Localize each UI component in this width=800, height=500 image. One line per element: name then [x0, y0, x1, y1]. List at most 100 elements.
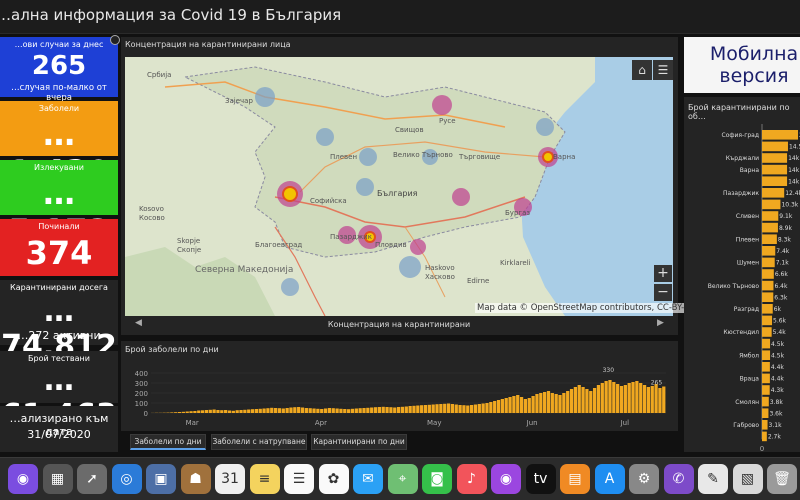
bar — [408, 406, 412, 413]
bar — [500, 399, 504, 413]
map-label: Haskovo — [425, 264, 455, 272]
region-value-label: 14.5k — [789, 144, 800, 151]
new-cases-value: 265 — [31, 51, 87, 81]
bar — [473, 404, 478, 413]
messages-icon[interactable]: ✉ — [353, 464, 383, 494]
bar — [193, 411, 197, 413]
month-label: Mar — [186, 419, 199, 427]
calendar-icon[interactable]: 31 — [215, 464, 245, 494]
region-bar-title: Брой карантинирани по об… — [688, 103, 790, 121]
bar — [569, 389, 574, 413]
bar — [243, 409, 247, 413]
reminders-icon[interactable]: ☰ — [284, 464, 314, 494]
region-value-label: 7.1k — [776, 260, 790, 267]
bar — [277, 408, 282, 413]
map-label: Србија — [147, 71, 172, 79]
settings-icon[interactable]: ⚙ — [629, 464, 659, 494]
y-tick-label: 200 — [135, 390, 148, 398]
zoom-out-button[interactable]: − — [654, 284, 672, 301]
photos-icon[interactable]: ✿ — [318, 464, 349, 494]
bar — [427, 404, 431, 413]
bar — [466, 405, 470, 413]
books-icon[interactable]: ▤ — [560, 464, 590, 494]
region-value-label: 14k — [788, 155, 800, 162]
region-bar — [762, 153, 788, 163]
region-value-label: 8.9k — [779, 225, 793, 232]
rocket-icon[interactable]: ➚ — [77, 464, 107, 494]
bar — [400, 406, 405, 413]
safari-icon[interactable]: ◎ — [111, 464, 142, 494]
podcasts-icon[interactable]: ◉ — [491, 464, 521, 494]
bar — [354, 408, 358, 413]
bar — [393, 407, 397, 413]
dashboard: …ална информация за Covid 19 в България … — [0, 0, 800, 500]
region-bar — [762, 396, 769, 407]
bar — [204, 410, 209, 413]
bar — [396, 407, 401, 413]
map-label: Софийска — [310, 197, 347, 205]
map-view[interactable]: Србија Зајечар Свищов Русе Варна Търгови… — [125, 57, 673, 316]
recovered-card: Излекувани …5,173 — [0, 160, 118, 250]
music-icon[interactable]: ♪ — [456, 464, 487, 494]
home-icon[interactable]: ⌂ — [632, 60, 652, 80]
region-name-label: София-град — [722, 132, 759, 139]
map-panel-title: Концентрация на карантинирани лица — [125, 40, 291, 49]
bar — [312, 408, 316, 413]
tooltip-pin-icon[interactable] — [110, 35, 120, 45]
region-name-label: Велико Търново — [708, 283, 760, 290]
quarantined-label: Карантинирани досега — [10, 283, 108, 292]
map-label: Хасково — [425, 273, 455, 281]
tab-cumulative[interactable]: Заболели с натрупване — [211, 434, 307, 450]
launchpad-icon[interactable]: ▦ — [42, 464, 73, 494]
region-value-label: 3.6k — [769, 410, 783, 417]
bar — [297, 407, 301, 413]
bar — [508, 397, 512, 413]
daily-chart: 0 100 200 300 400 330 265 Mar Apr May Jun Jul — [135, 367, 666, 427]
mobile-version-card[interactable]: Мобилна версия — [684, 37, 800, 93]
bar — [608, 380, 612, 413]
bar — [450, 404, 455, 413]
bar — [639, 383, 643, 413]
bar — [343, 409, 347, 413]
data-label: 330 — [603, 367, 615, 374]
bar — [239, 410, 243, 413]
preview-icon[interactable]: ▧ — [732, 464, 763, 494]
month-label: May — [427, 419, 441, 427]
region-name-label: Пазарджик — [723, 190, 759, 197]
bar — [550, 393, 554, 413]
trash-icon[interactable]: 🗑 — [767, 464, 797, 494]
y-tick-label: 400 — [135, 370, 148, 378]
bar — [316, 408, 320, 413]
map-label: Северна Македонија — [195, 265, 294, 275]
notes-icon[interactable]: ≡ — [249, 464, 280, 494]
bar — [250, 409, 255, 413]
bar — [416, 405, 420, 413]
bar — [604, 381, 608, 413]
list-icon[interactable]: ☰ — [653, 60, 673, 80]
bar — [247, 409, 251, 413]
region-chart: 20.1София-град14.5k14kКърджали14kВарна14… — [708, 124, 800, 452]
zoom-in-button[interactable]: + — [654, 265, 672, 282]
tab-quarantined[interactable]: Карантинирани по дни — [311, 434, 407, 450]
bar — [323, 408, 328, 413]
next-arrow-icon[interactable]: ▶ — [657, 318, 664, 328]
bar — [504, 398, 508, 413]
contacts-icon[interactable]: ☗ — [180, 464, 211, 494]
tv-icon[interactable]: tv — [525, 464, 556, 494]
viber-icon[interactable]: ✆ — [663, 464, 694, 494]
textedit-icon[interactable]: ✎ — [698, 464, 728, 494]
bar — [281, 408, 285, 413]
tab-daily[interactable]: Заболели по дни — [130, 434, 206, 450]
region-name-label: Габрово — [733, 422, 759, 429]
region-bar — [762, 188, 785, 198]
facetime-icon[interactable]: ◙ — [422, 464, 452, 494]
axis-zero-label: 0 — [760, 445, 764, 452]
siri-icon[interactable]: ◉ — [8, 464, 38, 494]
bar — [174, 412, 178, 413]
photo-icon[interactable]: ▣ — [146, 464, 176, 494]
map-label: Зајечар — [225, 97, 253, 105]
appstore-icon[interactable]: A — [594, 464, 625, 494]
region-bar — [762, 385, 770, 395]
maps-icon[interactable]: ⌖ — [387, 464, 418, 494]
region-bar — [762, 373, 770, 384]
